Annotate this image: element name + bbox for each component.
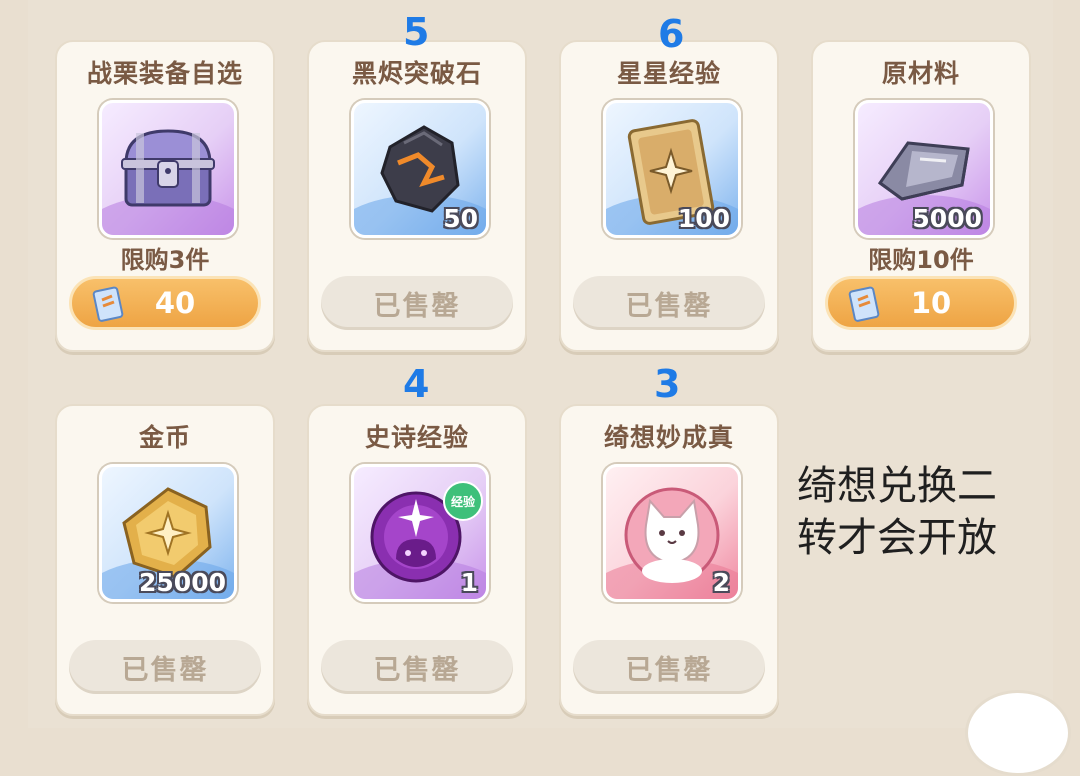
ticket-icon [92,286,124,322]
item-quantity: 1 [460,568,478,597]
item-title: 星星经验 [616,59,721,88]
buy-button[interactable]: 10 [825,276,1017,330]
annotation-marker: 3 [654,362,681,406]
shop-card[interactable]: 绮想妙成真 2 已售罄 [559,404,779,716]
price-label: 40 [154,286,196,320]
shop-card[interactable]: 黑烬突破石 50 已售罄 [307,40,527,352]
item-tile[interactable]: 5000 [855,100,993,238]
annotation-marker: 4 [403,362,430,406]
shop-card[interactable]: 史诗经验 经验 1 已售罄 [307,404,527,716]
price-label: 10 [910,286,952,320]
item-tile[interactable]: 经验 1 [351,464,489,602]
annotation-marker: 6 [658,12,685,56]
sold-out-button: 已售罄 [321,640,513,694]
exp-badge: 经验 [443,481,483,521]
item-tile[interactable] [99,100,237,238]
item-title: 原材料 [881,59,960,88]
item-tile[interactable]: 100 [603,100,741,238]
note-line-1: 绮想兑换二 [797,463,997,509]
item-quantity: 50 [443,204,478,233]
purchase-limit: 限购10件 [868,246,974,274]
sold-out-button: 已售罄 [573,276,765,330]
buy-button[interactable]: 40 [69,276,261,330]
floating-chat-button[interactable] [965,690,1071,776]
item-title: 史诗经验 [364,423,469,452]
sold-out-button: 已售罄 [321,276,513,330]
shop-card[interactable]: 星星经验 100 已售罄 [559,40,779,352]
note-line-2: 转才会开放 [797,515,997,561]
item-title: 绮想妙成真 [603,423,734,452]
annotation-note: 绮想兑换二 转才会开放 [797,460,1037,564]
item-title: 黑烬突破石 [351,59,482,88]
item-quantity: 5000 [912,204,982,233]
sold-out-button: 已售罄 [573,640,765,694]
item-title: 金币 [138,423,191,452]
item-title: 战栗装备自选 [86,59,243,88]
shop-card[interactable]: 金币 25000 已售罄 [55,404,275,716]
annotation-marker: 5 [403,10,430,54]
ticket-icon [848,286,880,322]
sold-out-button: 已售罄 [69,640,261,694]
purchase-limit: 限购3件 [120,246,210,274]
treasure-chest-icon [121,129,215,207]
shop-card[interactable]: 战栗装备自选 限购3件 40 [55,40,275,352]
item-quantity: 2 [712,568,730,597]
shop-card[interactable]: 原材料 5000 限购10件 10 [811,40,1031,352]
item-quantity: 100 [677,204,730,233]
item-tile[interactable]: 2 [603,464,741,602]
item-tile[interactable]: 50 [351,100,489,238]
item-quantity: 25000 [139,568,226,597]
item-tile[interactable]: 25000 [99,464,237,602]
